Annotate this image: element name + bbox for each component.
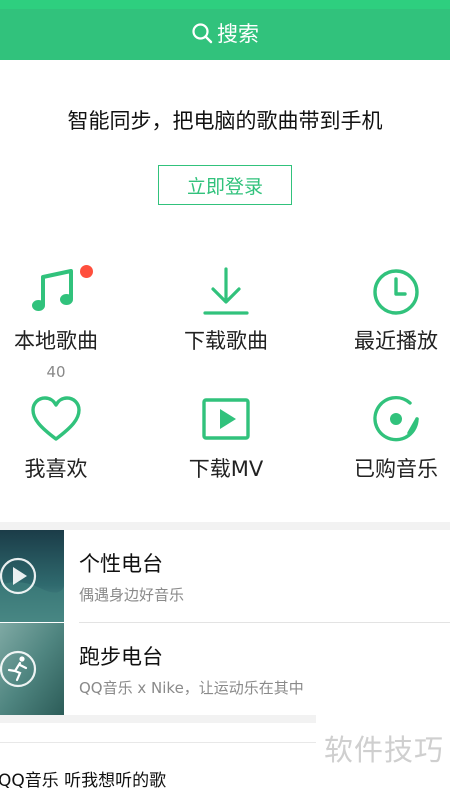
watermark: 软件技巧 [323, 733, 444, 767]
music-note-icon [32, 269, 73, 311]
radio-title: 跑步电台 [79, 645, 163, 669]
top-bar: 搜索 [0, 0, 450, 60]
feature-downloaded-songs[interactable]: 下载歌曲 [151, 265, 301, 355]
search-button[interactable]: 搜索 [0, 12, 450, 54]
search-icon [192, 23, 213, 44]
feature-label: 下载歌曲 [184, 329, 268, 353]
feature-purchased-music[interactable]: 已购音乐 [321, 393, 450, 483]
status-bar-strip [0, 0, 450, 9]
feature-local-songs[interactable]: 本地歌曲 40 [0, 265, 131, 381]
heart-icon [31, 396, 81, 441]
feature-label: 下载MV [188, 457, 264, 481]
sync-prompt: 智能同步，把电脑的歌曲带到手机 [67, 109, 383, 133]
purchased-music-icon [373, 395, 419, 442]
feature-recent-play[interactable]: 最近播放 [321, 265, 450, 355]
radio-personal[interactable]: 个性电台 偶遇身边好音乐 [0, 530, 450, 622]
new-badge-dot [80, 265, 93, 278]
radio-running[interactable]: 跑步电台 QQ音乐 x Nike，让运动乐在其中 [0, 623, 450, 715]
section-divider [0, 715, 316, 723]
login-button[interactable]: 立即登录 [158, 165, 292, 205]
search-label: 搜索 [217, 22, 259, 46]
download-icon [203, 267, 249, 315]
feature-label: 已购音乐 [354, 457, 438, 481]
radio-subtitle: QQ音乐 x Nike，让运动乐在其中 [79, 679, 304, 697]
radio-subtitle: 偶遇身边好音乐 [79, 586, 185, 604]
clock-icon [373, 269, 419, 315]
feature-label: 最近播放 [354, 329, 438, 353]
feature-downloaded-mv[interactable]: 下载MV [151, 393, 301, 483]
feature-label: 我喜欢 [24, 457, 88, 481]
radio-title: 个性电台 [79, 552, 163, 576]
radio-thumbnail [0, 623, 64, 715]
section-divider [0, 522, 450, 530]
local-song-count: 40 [46, 363, 66, 381]
feature-label: 本地歌曲 [14, 329, 98, 353]
watermark-line [0, 742, 316, 743]
feature-my-favorites[interactable]: 我喜欢 [0, 393, 131, 483]
mv-play-icon [202, 398, 250, 440]
radio-thumbnail [0, 530, 64, 622]
bottom-section-title: QQ音乐 听我想听的歌 [0, 771, 167, 791]
